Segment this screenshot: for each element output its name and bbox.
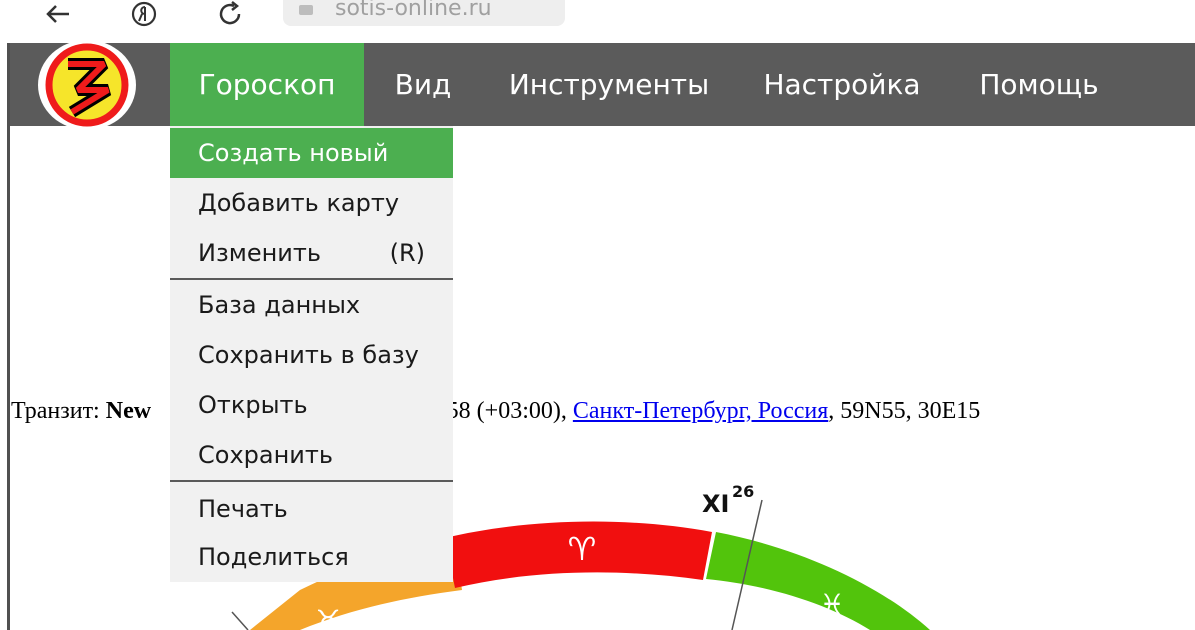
- browser-toolbar: sotis-online.ru: [0, 0, 1195, 43]
- sign-segment-aries: [445, 521, 712, 588]
- menu-edit-shortcut: (R): [389, 239, 425, 267]
- menu-print-label: Печать: [198, 495, 288, 523]
- lock-icon: [299, 5, 313, 15]
- address-url: sotis-online.ru: [335, 0, 492, 21]
- house-label: XI: [702, 490, 729, 518]
- menu-save[interactable]: Сохранить: [170, 430, 453, 480]
- house-cusp-line: [731, 499, 763, 630]
- menu-view[interactable]: Вид: [364, 43, 482, 126]
- menu-edit-label: Изменить: [198, 239, 321, 267]
- transit-label: Транзит: New: [11, 398, 151, 425]
- back-arrow-icon[interactable]: [38, 0, 78, 34]
- reload-icon[interactable]: [210, 0, 250, 34]
- menu-open-label: Открыть: [198, 391, 308, 419]
- menu-add-chart-label: Добавить карту: [198, 189, 400, 217]
- taurus-glyph: ♉: [315, 604, 340, 630]
- transit-place-link[interactable]: Санкт-Петербург, Россия: [573, 398, 828, 424]
- transit-prefix: Транзит:: [11, 398, 106, 424]
- page-border: [7, 43, 10, 630]
- menu-add-chart[interactable]: Добавить карту: [170, 178, 453, 228]
- menu-help[interactable]: Помощь: [948, 43, 1130, 126]
- house-degree: 26: [732, 482, 754, 501]
- sign-segment-pisces: [706, 532, 930, 630]
- transit-details: :58 (+03:00), Санкт-Петербург, Россия, 5…: [440, 398, 980, 425]
- yandex-icon[interactable]: [124, 0, 164, 34]
- menu-share[interactable]: Поделиться: [170, 532, 453, 582]
- menu-horoscope[interactable]: Гороскоп: [170, 43, 364, 126]
- sotis-logo[interactable]: [38, 40, 136, 130]
- transit-coords: , 59N55, 30E15: [828, 398, 981, 424]
- menu-database[interactable]: База данных: [170, 280, 453, 330]
- address-bar[interactable]: sotis-online.ru: [283, 0, 565, 26]
- transit-time: :58 (+03:00),: [440, 398, 573, 424]
- menu-create-new[interactable]: Создать новый: [170, 128, 453, 178]
- menu-print[interactable]: Печать: [170, 484, 453, 534]
- menu-tools[interactable]: Инструменты: [482, 43, 736, 126]
- menu-database-label: База данных: [198, 291, 361, 319]
- menu-create-new-label: Создать новый: [198, 139, 389, 167]
- menu-open[interactable]: Открыть: [170, 380, 453, 430]
- aries-glyph: ♈: [568, 530, 597, 568]
- menu-save-label: Сохранить: [198, 441, 333, 469]
- menu-save-to-db-label: Сохранить в базу: [198, 341, 419, 369]
- menu-separator: [170, 480, 453, 482]
- menu-save-to-db[interactable]: Сохранить в базу: [170, 330, 453, 380]
- pisces-glyph: ♓: [819, 588, 844, 621]
- house-cusp-line: [231, 611, 249, 630]
- horoscope-dropdown: Создать новый Добавить карту Изменить (R)…: [170, 126, 453, 582]
- menu-settings[interactable]: Настройка: [736, 43, 948, 126]
- menu-share-label: Поделиться: [198, 543, 349, 571]
- transit-name: New: [105, 398, 152, 424]
- menu-edit[interactable]: Изменить (R): [170, 228, 453, 278]
